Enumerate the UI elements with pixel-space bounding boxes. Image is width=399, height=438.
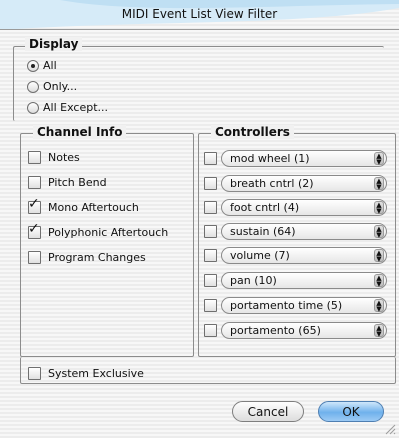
updown-arrows-icon: ▲ ▼ <box>374 201 384 215</box>
controller-checkbox[interactable] <box>204 152 217 165</box>
select-value: mod wheel (1) <box>230 152 310 165</box>
title-bar[interactable]: MIDI Event List View Filter <box>0 0 399 30</box>
checkbox-label: Pitch Bend <box>48 176 107 189</box>
updown-arrows-icon: ▲ ▼ <box>374 274 384 288</box>
controller-select[interactable]: portamento time (5) ▲ ▼ <box>221 297 387 314</box>
channel-info-legend: Channel Info <box>33 125 127 139</box>
radio-label: All Except... <box>43 101 109 114</box>
select-value: portamento (65) <box>230 324 321 337</box>
controller-checkbox[interactable] <box>204 201 217 214</box>
checkbox-label: System Exclusive <box>48 367 144 380</box>
select-value: portamento time (5) <box>230 299 343 312</box>
radio-selected-icon <box>27 59 39 72</box>
controller-select[interactable]: portamento (65) ▲ ▼ <box>221 322 387 339</box>
controller-select[interactable]: volume (7) ▲ ▼ <box>221 247 387 264</box>
controller-row-1: mod wheel (1) ▲ ▼ <box>204 150 387 167</box>
checkbox-icon <box>28 151 41 164</box>
controller-row-8: portamento (65) ▲ ▼ <box>204 322 387 339</box>
mono-aftertouch-checkbox[interactable]: ✓ Mono Aftertouch <box>28 196 139 214</box>
display-all-radio[interactable]: All <box>27 59 57 72</box>
notes-checkbox[interactable]: Notes <box>28 151 80 164</box>
updown-arrows-icon: ▲ ▼ <box>374 324 384 338</box>
controller-checkbox[interactable] <box>204 274 217 287</box>
controller-select[interactable]: mod wheel (1) ▲ ▼ <box>221 150 387 167</box>
select-value: breath cntrl (2) <box>230 177 314 190</box>
display-only-radio[interactable]: Only... <box>27 80 77 93</box>
updown-arrows-icon: ▲ ▼ <box>374 152 384 166</box>
checkbox-icon: ✓ <box>28 196 41 214</box>
updown-arrows-icon: ▲ ▼ <box>374 299 384 313</box>
checkbox-label: Polyphonic Aftertouch <box>48 226 169 239</box>
radio-icon <box>27 80 39 93</box>
program-changes-checkbox[interactable]: Program Changes <box>28 251 146 264</box>
cancel-button[interactable]: Cancel <box>232 401 304 422</box>
controller-row-5: volume (7) ▲ ▼ <box>204 247 387 264</box>
select-value: sustain (64) <box>230 225 296 238</box>
ok-button[interactable]: OK <box>318 401 384 422</box>
updown-arrows-icon: ▲ ▼ <box>374 249 384 263</box>
display-all-except-radio[interactable]: All Except... <box>27 101 108 114</box>
controller-checkbox[interactable] <box>204 249 217 262</box>
radio-icon <box>27 101 39 114</box>
checkbox-label: Mono Aftertouch <box>48 201 139 214</box>
window-title: MIDI Event List View Filter <box>121 7 278 21</box>
checkbox-label: Program Changes <box>48 251 146 264</box>
polyphonic-aftertouch-checkbox[interactable]: ✓ Polyphonic Aftertouch <box>28 221 169 239</box>
radio-label: All <box>43 59 57 72</box>
controller-checkbox[interactable] <box>204 225 217 238</box>
dialog-window: MIDI Event List View Filter Display All … <box>0 0 399 438</box>
controller-row-6: pan (10) ▲ ▼ <box>204 272 387 289</box>
title-divider <box>0 29 399 30</box>
controller-checkbox[interactable] <box>204 324 217 337</box>
select-value: foot cntrl (4) <box>230 201 300 214</box>
pitch-bend-checkbox[interactable]: Pitch Bend <box>28 176 107 189</box>
controller-select[interactable]: breath cntrl (2) ▲ ▼ <box>221 175 387 192</box>
controller-select[interactable]: sustain (64) ▲ ▼ <box>221 223 387 240</box>
controller-row-7: portamento time (5) ▲ ▼ <box>204 297 387 314</box>
checkbox-icon <box>28 367 41 380</box>
select-value: volume (7) <box>230 249 290 262</box>
controller-row-4: sustain (64) ▲ ▼ <box>204 223 387 240</box>
updown-arrows-icon: ▲ ▼ <box>374 225 384 239</box>
controller-checkbox[interactable] <box>204 177 217 190</box>
controller-checkbox[interactable] <box>204 299 217 312</box>
checkbox-icon <box>28 176 41 189</box>
controller-select[interactable]: foot cntrl (4) ▲ ▼ <box>221 199 387 216</box>
controller-row-3: foot cntrl (4) ▲ ▼ <box>204 199 387 216</box>
controller-row-2: breath cntrl (2) ▲ ▼ <box>204 175 387 192</box>
checkbox-icon <box>28 251 41 264</box>
resize-grip-icon[interactable] <box>384 423 396 435</box>
controllers-legend: Controllers <box>211 125 294 139</box>
updown-arrows-icon: ▲ ▼ <box>374 177 384 191</box>
channel-info-group <box>20 133 194 357</box>
select-value: pan (10) <box>230 274 277 287</box>
controller-select[interactable]: pan (10) ▲ ▼ <box>221 272 387 289</box>
system-exclusive-checkbox[interactable]: System Exclusive <box>28 367 144 380</box>
checkbox-icon: ✓ <box>28 221 41 239</box>
checkbox-label: Notes <box>48 151 80 164</box>
radio-label: Only... <box>43 80 78 93</box>
display-legend: Display <box>25 37 83 51</box>
